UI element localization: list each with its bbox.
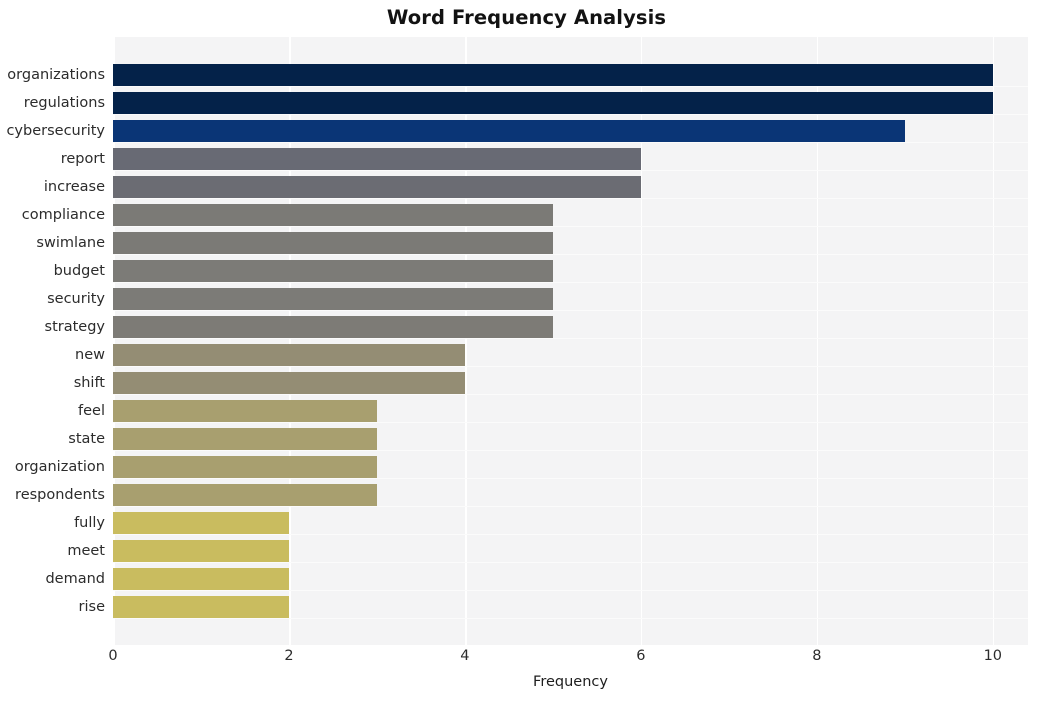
y-axis-tick-label: cybersecurity: [6, 123, 105, 140]
y-axis-tick-label: report: [60, 151, 105, 168]
x-axis-tick-label: 0: [108, 648, 118, 664]
bar-item[interactable]: [113, 537, 1028, 565]
bar[interactable]: [113, 148, 641, 170]
y-axis-tick-label: organization: [14, 458, 105, 475]
y-axis-tick-label: increase: [43, 179, 105, 196]
x-axis-tick-label: 10: [983, 648, 1003, 664]
x-axis-title: Frequency: [533, 674, 608, 690]
bar-item[interactable]: [113, 341, 1028, 369]
y-axis-tick-label: demand: [45, 570, 105, 587]
y-axis-tick-label: fully: [74, 514, 105, 531]
x-axis-tick-label: 6: [636, 648, 646, 664]
chart-figure: Word Frequency Analysis organizations reg…: [0, 0, 1053, 701]
bar[interactable]: [113, 260, 553, 282]
y-axis-tick-label: budget: [53, 263, 105, 280]
bar[interactable]: [113, 232, 553, 254]
bar[interactable]: [113, 120, 905, 142]
bar[interactable]: [113, 568, 289, 590]
bar-item[interactable]: [113, 313, 1028, 341]
y-axis-tick-label: feel: [78, 402, 105, 419]
y-axis-tick-label: new: [75, 347, 105, 363]
bar[interactable]: [113, 64, 993, 86]
bar[interactable]: [113, 540, 289, 562]
y-axis-tick-label: shift: [73, 374, 105, 391]
bar-item[interactable]: [113, 229, 1028, 257]
bar[interactable]: [113, 316, 553, 338]
x-axis-tick-label: 2: [284, 648, 294, 664]
bar-item[interactable]: [113, 593, 1028, 621]
bar[interactable]: [113, 176, 641, 198]
y-axis-tick-label: regulations: [23, 95, 105, 112]
bar-item[interactable]: [113, 117, 1028, 145]
bar[interactable]: [113, 428, 377, 450]
bar-item[interactable]: [113, 509, 1028, 537]
bar-item[interactable]: [113, 89, 1028, 117]
bar-series: [113, 37, 1028, 645]
x-axis-tick-label: 4: [460, 648, 470, 664]
bar-item[interactable]: [113, 453, 1028, 481]
bar-item[interactable]: [113, 61, 1028, 89]
bar-item[interactable]: [113, 257, 1028, 285]
bar-item[interactable]: [113, 565, 1028, 593]
y-axis-tick-label: compliance: [21, 207, 105, 224]
bar[interactable]: [113, 372, 465, 394]
y-axis-tick-label: security: [47, 291, 105, 307]
bar[interactable]: [113, 512, 289, 534]
bar-item[interactable]: [113, 481, 1028, 509]
bar-item[interactable]: [113, 173, 1028, 201]
bar[interactable]: [113, 596, 289, 618]
bar[interactable]: [113, 288, 553, 310]
bar[interactable]: [113, 92, 993, 114]
plot-area: [113, 37, 1028, 645]
y-axis-tick-label: rise: [78, 598, 105, 615]
y-axis-tick-label: meet: [67, 542, 105, 559]
y-axis-tick-label: strategy: [44, 319, 105, 335]
bar-item[interactable]: [113, 369, 1028, 397]
x-axis-tick-labels: 0 2 4 6 8 10: [108, 648, 1028, 672]
bar[interactable]: [113, 400, 377, 422]
bar[interactable]: [113, 204, 553, 226]
y-axis-tick-label: swimlane: [36, 235, 105, 252]
x-axis-tick-label: 8: [812, 648, 822, 664]
y-axis-tick-labels: organizations regulations cybersecurity rep…: [0, 37, 105, 645]
bar-item[interactable]: [113, 145, 1028, 173]
bar[interactable]: [113, 456, 377, 478]
bar-item[interactable]: [113, 425, 1028, 453]
bar-item[interactable]: [113, 397, 1028, 425]
bar-item[interactable]: [113, 285, 1028, 313]
bar[interactable]: [113, 344, 465, 366]
y-axis-tick-label: respondents: [15, 486, 105, 503]
page-title: Word Frequency Analysis: [386, 6, 667, 29]
bar-item[interactable]: [113, 201, 1028, 229]
y-axis-tick-label: state: [68, 430, 105, 447]
y-axis-tick-label: organizations: [7, 67, 105, 84]
bar[interactable]: [113, 484, 377, 506]
